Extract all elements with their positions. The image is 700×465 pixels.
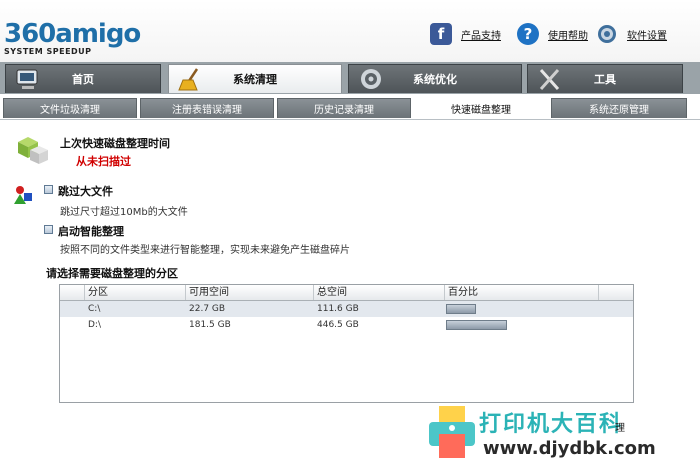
smart-defrag-desc: 按照不同的文件类型来进行智能整理，实现未来避免产生磁盘碎片 [60,245,350,256]
subtab-registry[interactable]: 注册表错误清理 [140,98,274,118]
row-percent-bar [446,320,507,330]
row-total: 111.6 GB [317,304,359,314]
support-label[interactable]: 产品支持 [461,27,501,42]
table-header: 分区 可用空间 总空间 百分比 [60,285,633,301]
header-bar: 360amigo SYSTEM SPEEDUP f 产品支持 ? 使用帮助 软件… [0,0,700,62]
row-total: 446.5 GB [317,320,359,330]
tab-system-clean-label: 系统清理 [233,73,277,86]
smart-defrag-checkbox[interactable] [44,225,53,234]
table-row[interactable]: C:\ 22.7 GB 111.6 GB [60,301,633,317]
partition-table: 分区 可用空间 总空间 百分比 C:\ 22.7 GB 111.6 GB D:\… [59,284,634,403]
watermark: 打印机大百科 www.djydbk.com 理 [423,400,700,465]
computer-icon [16,69,38,89]
row-free: 181.5 GB [189,320,231,330]
tab-system-optimize[interactable]: 系统优化 [348,64,522,93]
tab-tools-label: 工具 [594,73,616,86]
subtab-file-junk[interactable]: 文件垃圾清理 [3,98,137,118]
tools-icon [539,68,560,91]
col-total[interactable]: 总空间 [313,285,444,300]
row-drive: D:\ [88,320,101,330]
defrag-blocks-icon [18,137,48,164]
shapes-icon [14,186,32,204]
col-empty [598,285,634,300]
tab-home[interactable]: 首页 [5,64,161,93]
watermark-url: www.djydbk.com [483,438,656,459]
subtab-system-restore[interactable]: 系统还原管理 [551,98,687,118]
printer-icon [429,406,475,458]
settings-label[interactable]: 软件设置 [627,27,667,42]
help-link[interactable]: ? 使用帮助 [517,23,588,45]
subtab-history[interactable]: 历史记录清理 [277,98,411,118]
partition-title: 请选择需要磁盘整理的分区 [46,267,178,280]
col-percent[interactable]: 百分比 [444,285,598,300]
skip-large-desc: 跳过尺寸超过10Mb的大文件 [60,207,188,218]
watermark-title: 打印机大百科 [479,412,624,437]
logo-text: 360amigo [4,19,141,49]
settings-link[interactable]: 软件设置 [596,23,667,45]
row-percent-bar [446,304,476,314]
broom-icon [178,68,199,91]
tab-home-label: 首页 [72,73,94,86]
col-partition[interactable]: 分区 [84,285,185,300]
app-logo: 360amigo SYSTEM SPEEDUP [4,19,141,56]
col-free[interactable]: 可用空间 [185,285,313,300]
row-drive: C:\ [88,304,101,314]
gear-icon [361,69,381,89]
last-defrag-title: 上次快速磁盘整理时间 [60,137,170,150]
help-icon: ? [517,23,539,45]
help-label[interactable]: 使用帮助 [548,27,588,42]
settings-gear-icon [596,23,618,45]
tab-tools[interactable]: 工具 [527,64,683,93]
smart-defrag-label[interactable]: 启动智能整理 [58,223,124,239]
table-row[interactable]: D:\ 181.5 GB 446.5 GB [60,317,633,333]
last-defrag-value: 从未扫描过 [76,155,131,168]
tab-system-clean[interactable]: 系统清理 [168,64,342,93]
subtab-quick-defrag[interactable]: 快速磁盘整理 [414,98,548,118]
facebook-icon: f [430,23,452,45]
skip-large-label[interactable]: 跳过大文件 [58,183,113,199]
sub-tab-bar: 文件垃圾清理 注册表错误清理 历史记录清理 快速磁盘整理 系统还原管理 [0,94,700,120]
tab-system-optimize-label: 系统优化 [413,73,457,86]
support-link[interactable]: f 产品支持 [430,23,501,45]
watermark-partial-text: 理 [615,423,625,434]
skip-large-checkbox[interactable] [44,185,53,194]
row-free: 22.7 GB [189,304,226,314]
main-tab-bar: 首页 系统清理 系统优化 工具 [0,62,700,94]
